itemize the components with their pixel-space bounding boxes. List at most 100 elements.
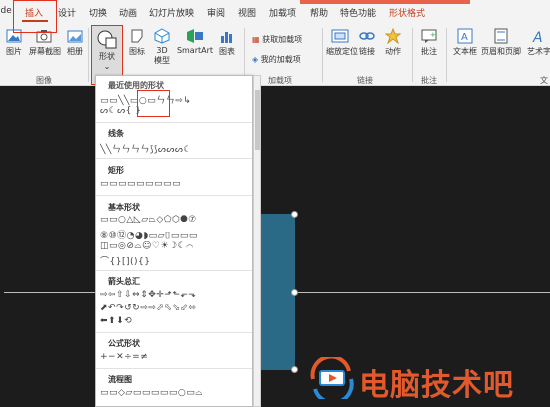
section-basic-title: 基本形状 <box>108 203 140 212</box>
basic-shapes-row[interactable]: ⌒{}[](){} <box>100 254 252 267</box>
arrows-row[interactable]: ⬅⬆⬇⟲ <box>100 316 252 326</box>
watermark-logo-icon <box>310 357 354 399</box>
flowchart-row[interactable]: ▭▭◇▱▭▭▭▭▭○▭⌓ <box>100 388 252 398</box>
group-label-text: 文 <box>540 76 548 85</box>
tab-slide[interactable]: ide <box>0 6 12 16</box>
resize-handle-right[interactable] <box>291 289 298 296</box>
wordart-button[interactable]: A 艺术字 <box>524 28 550 57</box>
equation-row[interactable]: +−✕÷=≠ <box>100 352 252 362</box>
group-label-addins: 加载项 <box>268 76 292 85</box>
3d-model-button[interactable]: 3D 模型 <box>150 28 174 66</box>
rectangles-row[interactable]: ▭▭▭▭▭▭▭▭▭ <box>100 179 252 189</box>
title-bar-accent <box>300 0 470 4</box>
action-button[interactable]: 动作 <box>382 28 404 57</box>
zoom-label: 缩放定位 <box>326 47 358 56</box>
my-addins-button[interactable]: ◈ 我的加载项 <box>252 54 301 65</box>
watermark: 电脑技术吧 <box>305 355 550 403</box>
gallery-scrollbar[interactable] <box>253 75 261 407</box>
action-label: 动作 <box>385 47 401 56</box>
screenshot-label: 屏幕截图 <box>29 47 61 56</box>
section-divider <box>96 122 252 123</box>
tab-special-features[interactable]: 特色功能 <box>340 6 376 19</box>
basic-shapes-row[interactable]: ▭▭○△◺▱⏢◇⬠⬡⯃⑦ <box>100 215 252 225</box>
tab-slideshow[interactable]: 幻灯片放映 <box>149 6 194 19</box>
section-divider <box>96 332 252 333</box>
section-divider <box>96 270 252 271</box>
arrows-row[interactable]: ⇨⇦⇧⇩⇔⇕✥✛⬏⬑⬐⬎ <box>100 290 252 300</box>
album-button[interactable]: 相册 <box>64 28 86 57</box>
album-label: 相册 <box>67 47 83 56</box>
section-flowchart-title: 流程图 <box>108 375 132 384</box>
shapes-icon <box>97 30 117 49</box>
basic-shapes-row[interactable]: ◫▭◎⊘⌓☺♡☀☽☾⌒ <box>100 241 252 251</box>
smartart-label: SmartArt <box>176 46 214 55</box>
tab-transitions[interactable]: 切换 <box>89 6 107 19</box>
link-icon <box>359 32 375 40</box>
tab-addins[interactable]: 加载项 <box>269 6 296 19</box>
smartart-button[interactable]: SmartArt <box>176 28 214 55</box>
star-icon <box>385 28 401 44</box>
link-label: 链接 <box>359 47 375 56</box>
header-footer-label: 页眉和页脚 <box>481 47 521 56</box>
comment-label: 批注 <box>421 47 437 56</box>
section-divider <box>96 368 252 369</box>
comment-button[interactable]: + 批注 <box>417 28 441 57</box>
chart-button[interactable]: 图表 <box>216 28 238 57</box>
shapes-gallery-dropdown: 最近使用的形状 ▭▭╲╲▭○▭ㄣㄣ⇨↳ ᔕ☾ᔕ{ } 线条 ╲╲ㄣㄣㄣㄣ⟆⟆ᔕᔕ… <box>95 75 253 407</box>
tab-view[interactable]: 视图 <box>238 6 256 19</box>
textbox-icon: A <box>457 28 473 44</box>
header-footer-button[interactable]: 页眉和页脚 <box>480 28 522 57</box>
get-addins-label: 获取加载项 <box>262 35 303 44</box>
recent-shapes-row[interactable]: ▭▭╲╲▭○▭ㄣㄣ⇨↳ <box>100 93 252 106</box>
section-divider <box>96 158 252 159</box>
group-label-links: 链接 <box>357 76 373 85</box>
icons-button[interactable]: 图标 <box>126 28 148 57</box>
recent-shape-highlight <box>137 90 170 117</box>
zoom-icon <box>331 29 349 43</box>
group-separator <box>244 28 245 82</box>
header-footer-icon <box>494 28 508 44</box>
resize-handle-bottom-right[interactable] <box>291 366 298 373</box>
section-divider <box>96 195 252 196</box>
3d-model-label-b: 模型 <box>154 56 170 65</box>
icons-icon <box>131 29 143 43</box>
tab-design[interactable]: 设计 <box>58 6 76 19</box>
svg-text:+: + <box>430 31 436 39</box>
textbox-label: 文本框 <box>453 47 477 56</box>
smartart-icon <box>187 29 203 43</box>
tab-review[interactable]: 审阅 <box>207 6 225 19</box>
selected-rectangle-shape[interactable] <box>256 214 295 370</box>
lines-row[interactable]: ╲╲ㄣㄣㄣㄣ⟆⟆ᔕᔕᔕ☾ <box>100 142 252 155</box>
svg-text:A: A <box>461 32 468 43</box>
resize-handle-top-right[interactable] <box>291 211 298 218</box>
tab-animations[interactable]: 动画 <box>119 6 137 19</box>
group-separator <box>88 28 89 82</box>
insert-tab-highlight <box>13 0 57 33</box>
icons-label: 图标 <box>129 47 145 56</box>
section-arrows-title: 箭头总汇 <box>108 277 140 286</box>
basic-shapes-row[interactable]: ⑧⑩⑫◔◕◗▭▱⌷▭▭▭ <box>100 228 252 241</box>
arrows-row[interactable]: ⬈↶↷↺↻⇨⇨⬀⬁⬂⬃⬄ <box>100 303 252 313</box>
cube-icon <box>154 28 170 44</box>
addin-icon: ◈ <box>252 55 259 64</box>
store-icon: ▦ <box>252 35 260 44</box>
tab-help[interactable]: 帮助 <box>310 6 328 19</box>
chart-icon <box>221 32 232 43</box>
group-separator <box>446 28 447 82</box>
recent-shapes-row[interactable]: ᔕ☾ᔕ{ } <box>100 106 252 116</box>
3d-model-label-a: 3D <box>156 46 168 55</box>
zoom-button[interactable]: 缩放定位 <box>326 28 358 57</box>
wordart-icon: A <box>532 30 543 44</box>
picture-label: 图片 <box>6 47 22 56</box>
group-label-comments: 批注 <box>421 76 437 85</box>
get-addins-button[interactable]: ▦ 获取加载项 <box>252 34 302 45</box>
wordart-label: 艺术字 <box>527 47 550 56</box>
scrollbar-thumb[interactable] <box>255 90 260 150</box>
link-button[interactable]: 链接 <box>356 28 378 57</box>
section-rectangles-title: 矩形 <box>108 166 124 175</box>
section-lines-title: 线条 <box>108 129 124 138</box>
chart-label: 图表 <box>219 47 235 56</box>
textbox-button[interactable]: A 文本框 <box>452 28 478 57</box>
shapes-label: 形状 <box>99 52 115 61</box>
tab-shape-format[interactable]: 形状格式 <box>389 6 425 19</box>
